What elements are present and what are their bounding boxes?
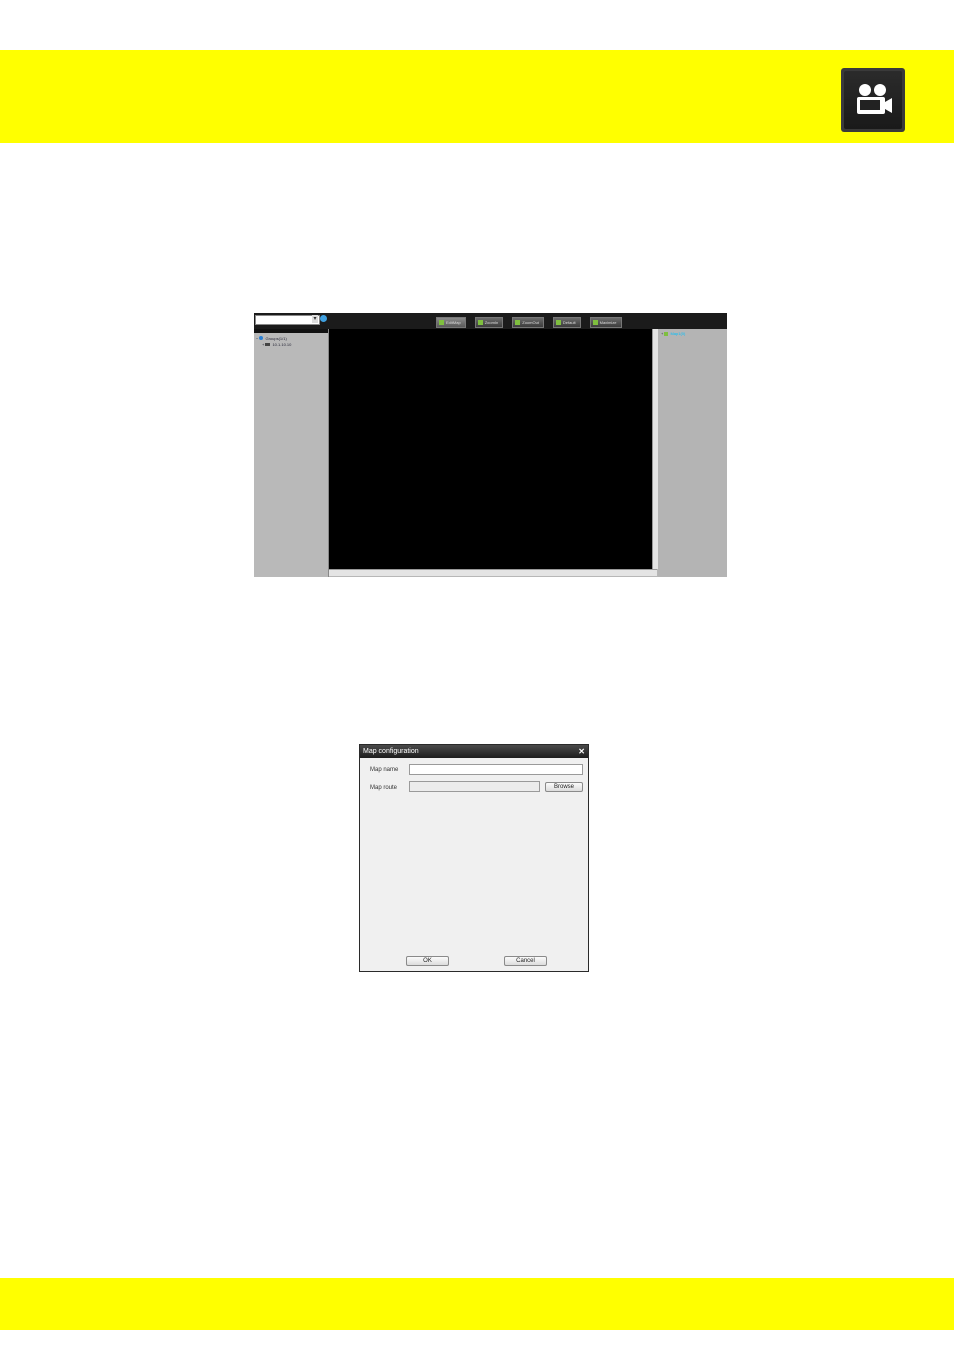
map-icon [664, 331, 669, 336]
zoom-in-icon [477, 320, 483, 325]
map-name-label: Map name [370, 767, 399, 773]
toolbar-tabs: EditMap ZoomIn ZoomOut Default Maximize [436, 317, 622, 328]
maximize-icon [592, 320, 598, 325]
map-configuration-dialog: Map configuration ✕ Map name Map route B… [359, 744, 589, 972]
map-route-label: Map route [370, 785, 398, 791]
tab-maximize[interactable]: Maximize [589, 317, 622, 328]
map-list-panel: + Map1(0) [658, 329, 727, 577]
dialog-title-text: Map configuration [363, 748, 419, 755]
browse-button[interactable]: Browse [545, 782, 583, 792]
device-tree: − Groups(1/1) + 10.1.10.10 [256, 336, 291, 348]
ok-button[interactable]: OK [406, 956, 449, 966]
close-icon[interactable]: ✕ [578, 745, 585, 758]
emap-screenshot: ▾ EditMap ZoomIn ZoomOut Default Maximiz… [254, 313, 727, 577]
default-view-icon [555, 320, 561, 325]
search-icon[interactable] [320, 315, 327, 322]
tab-label: Maximize [599, 320, 617, 325]
header-band [0, 50, 954, 143]
tab-editmap[interactable]: EditMap [436, 317, 466, 328]
tab-label: EditMap [446, 320, 461, 325]
dialog-title: Map configuration [360, 745, 588, 758]
group-combo[interactable] [255, 315, 320, 325]
tree-device-label: 10.1.10.10 [272, 342, 292, 347]
footer-band [0, 1278, 954, 1330]
tab-label: Default [562, 320, 576, 325]
zoom-out-icon [515, 320, 521, 325]
tree-device[interactable]: + 10.1.10.10 [256, 342, 291, 348]
panel-header [254, 329, 328, 333]
edit-map-icon [439, 320, 444, 325]
horizontal-scrollbar[interactable] [329, 569, 657, 576]
device-tree-panel: − Groups(1/1) + 10.1.10.10 [254, 329, 329, 577]
map-route-field[interactable] [409, 781, 540, 792]
globe-icon [259, 336, 264, 340]
cancel-button[interactable]: Cancel [504, 956, 547, 966]
tab-zoomout[interactable]: ZoomOut [512, 317, 544, 328]
map-canvas[interactable] [329, 329, 652, 569]
map-list-item[interactable]: + Map1(0) [661, 331, 685, 336]
map-list-label: Map1(0) [670, 331, 686, 336]
chevron-down-icon[interactable]: ▾ [312, 315, 318, 323]
video-camera-icon [841, 68, 905, 132]
tab-label: ZoomIn [484, 320, 499, 325]
map-name-field[interactable] [409, 764, 583, 775]
tab-default[interactable]: Default [552, 317, 581, 328]
tab-zoomin[interactable]: ZoomIn [474, 317, 504, 328]
tree-group-label: Groups(1/1) [265, 336, 287, 341]
dvr-icon [265, 343, 271, 346]
tab-label: ZoomOut [522, 320, 539, 325]
